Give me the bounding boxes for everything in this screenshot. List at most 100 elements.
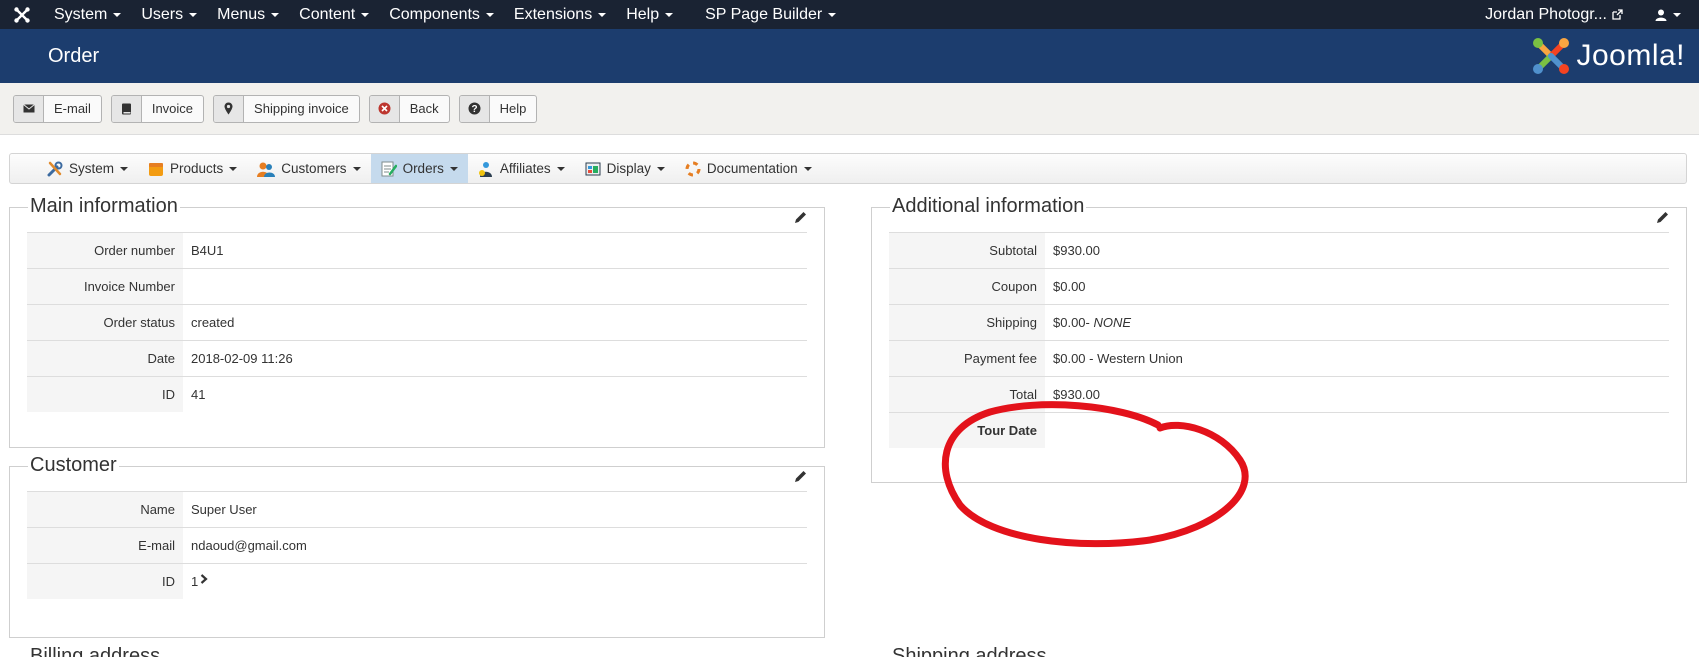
shipping-label: Shipping: [889, 305, 1045, 340]
chevron-right-icon[interactable]: [200, 573, 208, 584]
book-icon: [111, 95, 142, 122]
submenu-affiliates[interactable]: Affiliates: [468, 154, 575, 183]
map-marker-icon: [214, 95, 245, 122]
menu-content[interactable]: Content: [289, 6, 379, 24]
billing-address-title: Billing address: [30, 645, 161, 657]
submenu-products[interactable]: Products: [138, 154, 247, 183]
menu-help[interactable]: Help: [616, 6, 683, 24]
pencil-icon: [795, 471, 806, 482]
help-button[interactable]: ? Help: [458, 94, 538, 123]
subtotal-label: Subtotal: [889, 233, 1045, 268]
user-menu[interactable]: [1643, 9, 1699, 21]
email-button[interactable]: E-mail: [13, 94, 102, 123]
svg-text:?: ?: [471, 104, 477, 115]
table-row: ID 41: [27, 376, 807, 412]
menu-sp-page-builder[interactable]: SP Page Builder: [695, 6, 846, 24]
joomla-logo-text: Joomla!: [1576, 39, 1685, 72]
menu-users[interactable]: Users: [131, 6, 207, 24]
products-box-icon: [149, 162, 164, 176]
display-icon: [585, 162, 601, 175]
payment-fee-label: Payment fee: [889, 341, 1045, 376]
customer-title: Customer: [28, 454, 119, 477]
submenu-orders-label: Orders: [402, 161, 444, 176]
table-row: Coupon $0.00: [889, 268, 1669, 304]
caret-down-icon: [485, 12, 494, 17]
admin-menu: System Users Menus Content Components Ex…: [44, 6, 846, 24]
customer-email-label: E-mail: [27, 528, 183, 563]
main-information-panel: Main information Order number B4U1 Invoic…: [9, 195, 825, 448]
menu-users-label: Users: [141, 5, 184, 23]
submenu-orders[interactable]: Orders: [370, 154, 468, 183]
invoice-button-label: Invoice: [151, 101, 194, 116]
table-row: Date 2018-02-09 11:26: [27, 340, 807, 376]
table-row: Shipping $0.00- NONE: [889, 304, 1669, 340]
back-button-label: Back: [409, 101, 439, 116]
caret-down-icon: [271, 12, 280, 17]
order-id-label: ID: [27, 377, 183, 412]
caret-down-icon: [656, 166, 665, 171]
envelope-icon: [14, 95, 44, 122]
shipping-invoice-button[interactable]: Shipping invoice: [213, 94, 360, 123]
additional-information-panel: Additional information Subtotal $930.00 C…: [871, 195, 1687, 483]
pencil-icon: [1657, 212, 1668, 223]
edit-additional-information-button[interactable]: [1655, 210, 1670, 228]
site-link-label: Jordan Photogr...: [1485, 5, 1607, 23]
menu-help-label: Help: [626, 5, 660, 23]
total-label: Total: [889, 377, 1045, 412]
edit-customer-button[interactable]: [793, 469, 808, 487]
main-information-title: Main information: [28, 195, 180, 218]
shipping-address-title: Shipping address: [892, 645, 1047, 657]
customer-panel: Customer Name Super User E-mail ndaoud@gma…: [9, 454, 825, 638]
invoice-number-value: [183, 269, 807, 304]
toolbar: E-mail Invoice Shipping invoice Back ? H…: [0, 83, 1699, 135]
submenu-documentation[interactable]: Documentation: [675, 154, 822, 183]
table-row: Total $930.00: [889, 376, 1669, 412]
submenu-customers[interactable]: Customers: [247, 154, 370, 183]
submenu-display[interactable]: Display: [575, 154, 675, 183]
table-row: E-mail ndaoud@gmail.com: [27, 527, 807, 563]
menu-system[interactable]: System: [44, 6, 131, 24]
caret-down-icon: [361, 12, 370, 17]
question-icon: ?: [459, 95, 490, 122]
submenu-system[interactable]: System: [37, 154, 138, 183]
menu-sp-page-builder-label: SP Page Builder: [705, 5, 823, 23]
back-button[interactable]: Back: [368, 94, 450, 123]
customer-id-cell: 1: [183, 564, 807, 599]
caret-down-icon: [229, 166, 238, 171]
shipping-value: $0.00-: [1053, 315, 1094, 330]
caret-down-icon: [189, 12, 198, 17]
email-button-label: E-mail: [54, 101, 91, 116]
joomla-logo: Joomla!: [1532, 37, 1685, 75]
caret-down-icon: [556, 166, 565, 171]
joomla-menu-icon[interactable]: [0, 6, 44, 24]
table-row: Invoice Number: [27, 268, 807, 304]
table-row: ID 1: [27, 563, 807, 599]
menu-extensions[interactable]: Extensions: [504, 6, 616, 24]
additional-information-table: Subtotal $930.00 Coupon $0.00 Shipping $0.0…: [889, 232, 1669, 448]
menu-system-label: System: [54, 5, 108, 23]
user-icon: [1655, 9, 1667, 21]
menu-components[interactable]: Components: [379, 6, 504, 24]
shipping-invoice-button-label: Shipping invoice: [254, 101, 349, 116]
submenu-affiliates-label: Affiliates: [499, 161, 551, 176]
order-number-value: B4U1: [191, 243, 224, 258]
caret-down-icon: [113, 12, 122, 17]
menu-menus-label: Menus: [217, 5, 266, 23]
tour-date-label: Tour Date: [889, 413, 1045, 448]
site-link[interactable]: Jordan Photogr...: [1473, 6, 1635, 24]
menu-menus[interactable]: Menus: [207, 6, 289, 24]
tools-icon: [47, 161, 63, 176]
external-link-icon: [1612, 9, 1623, 20]
submenu-documentation-label: Documentation: [706, 161, 798, 176]
submenu-products-label: Products: [170, 161, 224, 176]
shipping-method-value: NONE: [1093, 315, 1132, 330]
customer-email-value: ndaoud@gmail.com: [191, 538, 307, 553]
help-button-label: Help: [499, 101, 527, 116]
admin-navbar: System Users Menus Content Components Ex…: [0, 0, 1699, 29]
edit-main-information-button[interactable]: [793, 210, 808, 228]
customer-id-label: ID: [27, 564, 183, 599]
coupon-label: Coupon: [889, 269, 1045, 304]
menu-content-label: Content: [299, 5, 356, 23]
customer-name-label: Name: [27, 492, 183, 527]
invoice-button[interactable]: Invoice: [110, 94, 205, 123]
